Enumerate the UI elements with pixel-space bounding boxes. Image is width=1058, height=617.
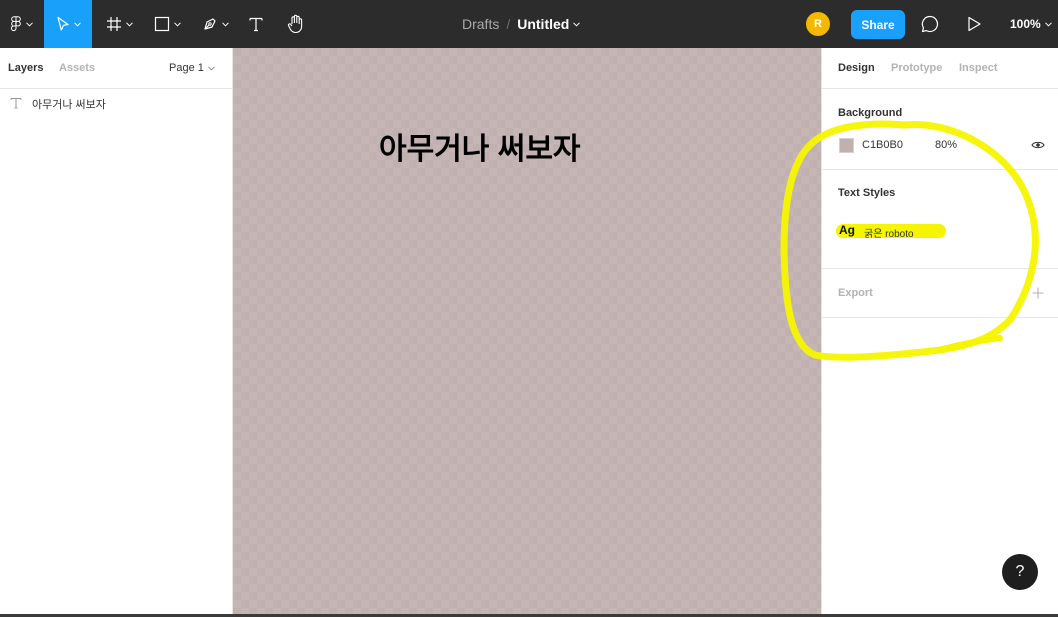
zoom-level: 100% xyxy=(1010,17,1041,31)
chevron-down-icon xyxy=(221,21,229,27)
tab-prototype[interactable]: Prototype xyxy=(891,62,942,74)
background-color-swatch[interactable] xyxy=(839,138,854,153)
text-t-icon xyxy=(249,17,263,32)
pen-nib-icon xyxy=(203,18,216,30)
share-button[interactable]: Share xyxy=(851,10,905,39)
text-styles-section-title: Text Styles xyxy=(838,187,896,199)
frame-hash-icon xyxy=(106,17,121,31)
page-selector[interactable]: Page 1 xyxy=(169,62,215,74)
chevron-down-icon xyxy=(173,21,181,27)
tab-inspect[interactable]: Inspect xyxy=(959,62,998,74)
file-name[interactable]: Untitled xyxy=(517,16,569,32)
properties-panel: Design Prototype Inspect Background C1B0… xyxy=(821,48,1058,617)
chevron-down-icon[interactable] xyxy=(573,21,581,27)
breadcrumb-drafts[interactable]: Drafts xyxy=(462,16,499,32)
eye-icon[interactable] xyxy=(1031,140,1045,150)
chevron-down-icon xyxy=(208,65,215,71)
top-toolbar: Drafts / Untitled R Share 100% xyxy=(0,0,1058,48)
chevron-down-icon xyxy=(125,21,133,27)
frame-tool-button[interactable] xyxy=(98,0,140,48)
background-opacity-value[interactable]: 80% xyxy=(935,139,957,151)
hand-icon xyxy=(287,14,303,34)
present-button[interactable] xyxy=(960,0,988,48)
background-section-title: Background xyxy=(838,107,903,119)
layers-panel: Layers Assets Page 1 아무거나 써보자 xyxy=(0,48,233,617)
section-divider xyxy=(822,317,1058,318)
background-hex-value[interactable]: C1B0B0 xyxy=(862,139,903,151)
figma-logo-icon xyxy=(10,16,21,32)
left-panel-tabs: Layers Assets Page 1 xyxy=(0,48,232,89)
chevron-down-icon xyxy=(25,21,33,27)
comment-bubble-icon xyxy=(921,15,939,33)
shape-tool-button[interactable] xyxy=(146,0,188,48)
right-panel-tabs: Design Prototype Inspect xyxy=(822,48,1058,89)
tab-assets[interactable]: Assets xyxy=(59,62,95,74)
play-icon xyxy=(968,16,981,32)
text-layer-icon xyxy=(10,98,22,109)
file-breadcrumb: Drafts / Untitled xyxy=(462,0,581,48)
cursor-arrow-icon xyxy=(56,16,69,31)
tab-design[interactable]: Design xyxy=(838,62,875,74)
canvas-frame[interactable]: 아무거나 써보자 xyxy=(233,48,821,614)
layer-name: 아무거나 써보자 xyxy=(32,99,106,111)
export-section-title: Export xyxy=(838,287,873,299)
text-tool-button[interactable] xyxy=(242,0,270,48)
zoom-menu[interactable]: 100% xyxy=(1010,0,1052,48)
pen-tool-button[interactable] xyxy=(194,0,236,48)
section-divider xyxy=(822,169,1058,170)
user-avatar[interactable]: R xyxy=(806,12,830,36)
page-label: Page 1 xyxy=(169,62,204,74)
move-tool-button[interactable] xyxy=(44,0,92,48)
breadcrumb-separator: / xyxy=(506,16,511,32)
canvas-text-object[interactable]: 아무거나 써보자 xyxy=(379,124,581,168)
section-divider xyxy=(822,268,1058,269)
comment-button[interactable] xyxy=(916,0,944,48)
help-button[interactable]: ? xyxy=(1002,554,1038,590)
text-style-name[interactable]: 굵은 roboto xyxy=(864,225,914,240)
text-style-sample[interactable]: Ag xyxy=(839,223,855,237)
main-menu-button[interactable] xyxy=(0,0,42,48)
rectangle-icon xyxy=(154,16,169,32)
tab-layers[interactable]: Layers xyxy=(8,62,43,74)
layer-row[interactable]: 아무거나 써보자 xyxy=(0,96,232,116)
chevron-down-icon xyxy=(1044,21,1052,27)
chevron-down-icon xyxy=(73,21,81,27)
hand-tool-button[interactable] xyxy=(280,0,312,48)
plus-icon[interactable] xyxy=(1032,287,1044,299)
